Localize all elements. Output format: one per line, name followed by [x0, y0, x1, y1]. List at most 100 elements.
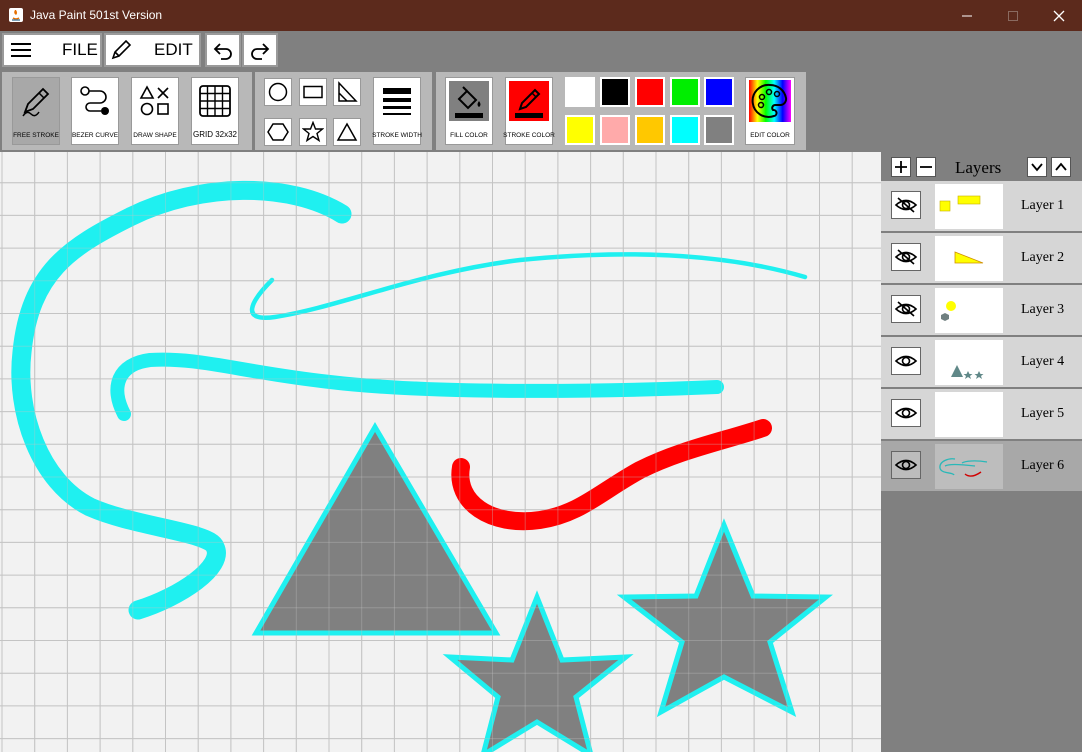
- eye-icon: [894, 459, 918, 471]
- edit-color-label: EDIT COLOR: [750, 132, 790, 139]
- free-stroke-icon: [22, 87, 50, 117]
- color-swatch[interactable]: [704, 115, 734, 145]
- fill-color-label: FILL COLOR: [450, 132, 488, 139]
- cyan-medium-stroke: [110, 352, 724, 421]
- menu-bar: FILE EDIT: [0, 31, 1082, 70]
- remove-layer-button[interactable]: [916, 157, 936, 177]
- stroke-color-tool[interactable]: STROKE COLOR: [503, 77, 555, 145]
- layer-thumbnail: [935, 236, 1003, 281]
- chevron-up-icon: [1055, 162, 1067, 171]
- red-freehand-stroke: [451, 419, 772, 531]
- minimize-button[interactable]: [944, 0, 990, 31]
- toolbar: FREE STROKE BEZER CURVE DRAW SHAPE GRID …: [0, 70, 1082, 152]
- free-stroke-tool[interactable]: FREE STROKE: [12, 77, 60, 145]
- layer-visibility-toggle[interactable]: [891, 451, 921, 479]
- layer-visibility-toggle[interactable]: [891, 347, 921, 375]
- layer-visibility-toggle[interactable]: [891, 191, 921, 219]
- layer-thumbnail: [935, 444, 1003, 489]
- add-layer-button[interactable]: [891, 157, 911, 177]
- color-swatch[interactable]: [670, 77, 700, 107]
- eye-off-icon: [894, 301, 918, 317]
- chevron-down-icon: [1031, 163, 1043, 172]
- window-title: Java Paint 501st Version: [30, 8, 163, 22]
- layer-name: Layer 2: [1021, 250, 1065, 265]
- close-button[interactable]: [1036, 0, 1082, 31]
- layer-visibility-toggle[interactable]: [891, 399, 921, 427]
- bezier-curve-tool[interactable]: BEZER CURVE: [71, 77, 119, 145]
- right-triangle-shape-button[interactable]: [333, 78, 361, 106]
- color-swatch[interactable]: [635, 77, 665, 107]
- eye-icon: [894, 355, 918, 367]
- hexagon-icon: [267, 123, 289, 141]
- stroke-width-label: STROKE WIDTH: [372, 132, 422, 139]
- undo-icon: [213, 43, 232, 60]
- circle-icon: [268, 82, 288, 102]
- layer-row[interactable]: Layer 1: [881, 181, 1082, 231]
- layer-thumbnail: [935, 392, 1003, 437]
- grid-tool[interactable]: GRID 32x32: [191, 77, 239, 145]
- color-swatch[interactable]: [635, 115, 665, 145]
- layer-name: Layer 3: [1021, 302, 1065, 317]
- draw-shape-tool[interactable]: DRAW SHAPE: [131, 77, 179, 145]
- color-swatch[interactable]: [600, 77, 630, 107]
- triangle-shape-button[interactable]: [333, 118, 361, 146]
- move-layer-down-button[interactable]: [1027, 157, 1047, 177]
- colors-group: FILL COLOR STROKE COLOR EDIT COLOR: [436, 72, 806, 150]
- layer-thumbnail: [935, 184, 1003, 229]
- layer-visibility-toggle[interactable]: [891, 243, 921, 271]
- file-menu-button[interactable]: FILE: [2, 33, 102, 67]
- free-stroke-label: FREE STROKE: [13, 132, 59, 139]
- layer-name: Layer 6: [1021, 458, 1065, 473]
- maximize-button[interactable]: [990, 0, 1036, 31]
- move-layer-up-button[interactable]: [1051, 157, 1071, 177]
- close-icon: [1053, 10, 1065, 21]
- shapes-group: STROKE WIDTH: [255, 72, 432, 150]
- color-swatch[interactable]: [600, 115, 630, 145]
- star-icon: [302, 121, 324, 143]
- grid-label: GRID 32x32: [192, 130, 238, 139]
- layer-name: Layer 5: [1021, 406, 1065, 421]
- drawing-tools-group: FREE STROKE BEZER CURVE DRAW SHAPE GRID …: [2, 72, 252, 150]
- drawing-canvas[interactable]: [0, 152, 881, 752]
- fill-color-icon: [449, 81, 489, 121]
- layer-row[interactable]: Layer 5: [881, 389, 1082, 439]
- edit-menu-label: EDIT: [154, 40, 193, 59]
- rectangle-shape-button[interactable]: [299, 78, 327, 106]
- layer-row[interactable]: Layer 2: [881, 233, 1082, 283]
- bezier-curve-label: BEZER CURVE: [71, 132, 119, 139]
- eye-off-icon: [894, 197, 918, 213]
- color-swatch[interactable]: [565, 115, 595, 145]
- redo-button[interactable]: [242, 33, 278, 67]
- plus-icon: [895, 161, 907, 173]
- edit-menu-button[interactable]: EDIT: [104, 33, 201, 67]
- fill-color-tool[interactable]: FILL COLOR: [445, 77, 493, 145]
- layer-row[interactable]: Layer 6: [881, 441, 1082, 491]
- rectangle-icon: [303, 85, 323, 99]
- edit-color-tool[interactable]: EDIT COLOR: [745, 77, 795, 145]
- maximize-icon: [1008, 10, 1018, 21]
- color-swatch[interactable]: [565, 77, 595, 107]
- color-swatch[interactable]: [670, 115, 700, 145]
- star-shape-button[interactable]: [299, 118, 327, 146]
- layer-visibility-toggle[interactable]: [891, 295, 921, 323]
- bezier-curve-icon: [80, 86, 109, 115]
- redo-icon: [251, 43, 270, 60]
- circle-shape-button[interactable]: [264, 78, 292, 106]
- layer-row[interactable]: Layer 4: [881, 337, 1082, 387]
- stroke-width-tool[interactable]: STROKE WIDTH: [372, 77, 422, 145]
- layers-header: Layers: [881, 152, 1082, 180]
- minus-icon: [920, 166, 932, 168]
- stroke-color-label: STROKE COLOR: [503, 132, 555, 139]
- stroke-color-icon: [509, 81, 549, 121]
- undo-button[interactable]: [205, 33, 241, 67]
- canvas-surface[interactable]: [0, 152, 881, 752]
- layers-title: Layers: [955, 158, 1002, 177]
- layer-name: Layer 4: [1021, 354, 1065, 369]
- eye-icon: [894, 407, 918, 419]
- color-swatch[interactable]: [704, 77, 734, 107]
- triangle-icon: [336, 122, 358, 141]
- hexagon-shape-button[interactable]: [264, 118, 292, 146]
- java-app-icon: [9, 8, 23, 22]
- layer-row[interactable]: Layer 3: [881, 285, 1082, 335]
- grid-icon: [199, 85, 231, 117]
